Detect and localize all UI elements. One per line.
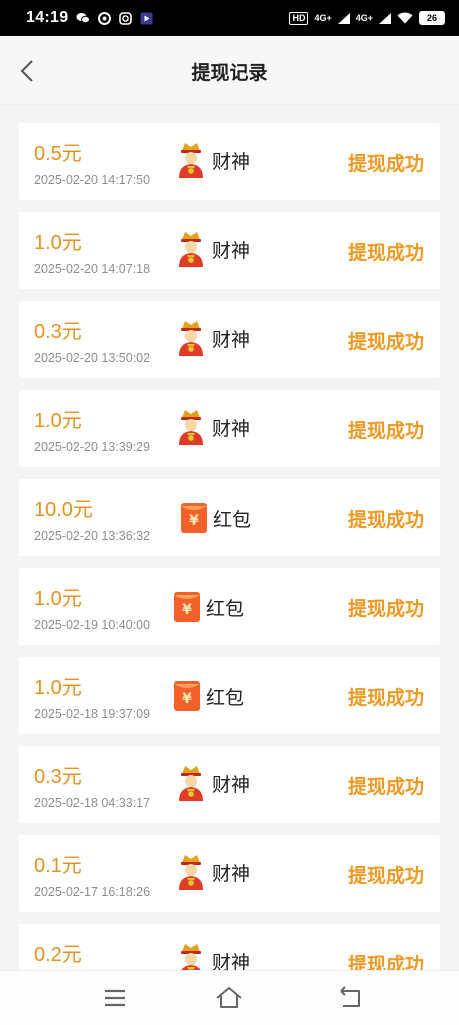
record-time: 2025-02-17 16:18:26: [34, 885, 151, 899]
status-badge: 提现成功: [347, 955, 424, 970]
record-time: 2025-02-18 19:37:09: [34, 707, 151, 721]
record-amount: 1.0元: [34, 677, 82, 699]
svg-text:¥: ¥: [182, 691, 192, 707]
record-amount: 1.0元: [34, 588, 82, 610]
record-amount: 1.0元: [34, 232, 82, 254]
hd-indicator: HD: [289, 11, 309, 25]
record-time: 2025-02-20 13:36:32: [34, 529, 151, 543]
home-icon: [216, 987, 242, 1008]
record-time: 2025-02-18 04:33:17: [34, 796, 151, 810]
app-header: 提现记录: [0, 36, 459, 105]
record-type: ¥ 红包: [174, 592, 244, 622]
signal-icon: [337, 12, 350, 24]
status-bar: 14:19 HD 4G+ 4G+ 26: [0, 0, 459, 36]
record-type-label: 财神: [212, 774, 251, 796]
app-notification-icon: [98, 11, 112, 25]
sync-app-icon: [119, 11, 133, 25]
record-type-label: 财神: [212, 240, 251, 262]
god-of-wealth-icon: [179, 855, 203, 890]
record-type: 财神: [176, 853, 250, 891]
back-icon: [340, 986, 360, 1007]
clock: 14:19: [26, 9, 69, 26]
battery-icon: 26: [419, 11, 445, 25]
record-type-label: 财神: [212, 863, 251, 885]
god-of-wealth-icon: [181, 944, 201, 970]
menu-button[interactable]: [100, 983, 130, 1013]
wifi-icon: [397, 12, 413, 24]
record-amount: 1.0元: [34, 410, 82, 432]
record-time: 2025-02-20 13:39:29: [34, 440, 151, 454]
status-badge: 提现成功: [347, 154, 424, 175]
withdrawal-record-list[interactable]: 0.5元 2025-02-20 14:17:50 财神 提现成功 1.0元 20…: [0, 104, 459, 970]
status-badge: 提现成功: [347, 243, 424, 264]
record-item[interactable]: 1.0元 2025-02-18 19:37:09 ¥ 红包 提现成功: [19, 657, 440, 734]
record-type: 财神: [176, 942, 250, 970]
god-of-wealth-icon: [179, 410, 203, 445]
record-type: ¥ 红包: [174, 681, 244, 711]
record-type-label: 财神: [212, 418, 251, 440]
record-type: ¥ 红包: [181, 503, 251, 533]
network-indicator-2: 4G+: [355, 12, 373, 23]
record-time: 2025-02-20 14:07:18: [34, 262, 151, 276]
record-type: 财神: [176, 408, 250, 446]
svg-text:¥: ¥: [182, 602, 192, 618]
record-amount: 10.0元: [34, 499, 93, 521]
record-item[interactable]: 0.5元 2025-02-20 14:17:50 财神 提现成功: [19, 123, 440, 200]
record-item[interactable]: 1.0元 2025-02-20 13:39:29 财神 提现成功: [19, 390, 440, 467]
record-time: 2025-02-20 14:17:50: [34, 173, 151, 187]
record-type-label: 财神: [212, 952, 251, 971]
record-amount: 0.1元: [34, 855, 82, 877]
status-badge: 提现成功: [347, 866, 424, 887]
record-type: 财神: [176, 230, 250, 268]
god-of-wealth-icon: [179, 766, 203, 801]
record-type-label: 财神: [212, 329, 251, 351]
record-item[interactable]: 1.0元 2025-02-20 14:07:18 财神 提现成功: [19, 212, 440, 289]
record-amount: 0.3元: [34, 766, 82, 788]
record-type: 财神: [176, 319, 250, 357]
record-amount: 0.2元: [34, 944, 82, 966]
record-type-label: 财神: [212, 151, 251, 173]
god-of-wealth-icon: [179, 321, 203, 356]
record-amount: 0.3元: [34, 321, 82, 343]
record-type: 财神: [176, 764, 250, 802]
red-envelope-icon: ¥: [174, 681, 200, 711]
record-type-label: 红包: [213, 509, 252, 531]
wechat-icon: [76, 12, 91, 24]
record-time: 2025-02-20 13:50:02: [34, 351, 151, 365]
record-item[interactable]: 0.3元 2025-02-18 04:33:17 财神 提现成功: [19, 746, 440, 823]
record-amount: 0.5元: [34, 143, 82, 165]
system-back-button[interactable]: [335, 983, 365, 1013]
home-button[interactable]: [214, 983, 244, 1013]
status-badge: 提现成功: [347, 777, 424, 798]
record-type-label: 红包: [206, 687, 245, 709]
record-time: 2025-02-19 10:40:00: [34, 618, 151, 632]
record-item[interactable]: 0.1元 2025-02-17 16:18:26 财神 提现成功: [19, 835, 440, 912]
record-item[interactable]: 0.2元 财神 提现成功: [19, 924, 440, 970]
god-of-wealth-icon: [179, 143, 203, 178]
record-type-label: 红包: [206, 598, 245, 620]
red-envelope-icon: ¥: [174, 592, 200, 622]
record-item[interactable]: 1.0元 2025-02-19 10:40:00 ¥ 红包 提现成功: [19, 568, 440, 645]
status-badge: 提现成功: [347, 510, 424, 531]
system-nav-bar: [0, 970, 459, 1025]
play-app-icon: [140, 12, 153, 25]
signal-icon: [379, 12, 391, 24]
red-envelope-icon: ¥: [181, 503, 207, 533]
network-indicator-1: 4G+: [314, 12, 332, 23]
menu-icon: [105, 989, 125, 1007]
record-type: 财神: [176, 141, 250, 179]
svg-text:¥: ¥: [189, 513, 199, 529]
page-title: 提现记录: [191, 63, 268, 84]
status-badge: 提现成功: [347, 421, 424, 442]
god-of-wealth-icon: [179, 232, 203, 267]
status-badge: 提现成功: [347, 599, 424, 620]
status-badge: 提现成功: [347, 332, 424, 353]
record-item[interactable]: 10.0元 2025-02-20 13:36:32 ¥ 红包 提现成功: [19, 479, 440, 556]
record-item[interactable]: 0.3元 2025-02-20 13:50:02 财神 提现成功: [19, 301, 440, 378]
status-badge: 提现成功: [347, 688, 424, 709]
